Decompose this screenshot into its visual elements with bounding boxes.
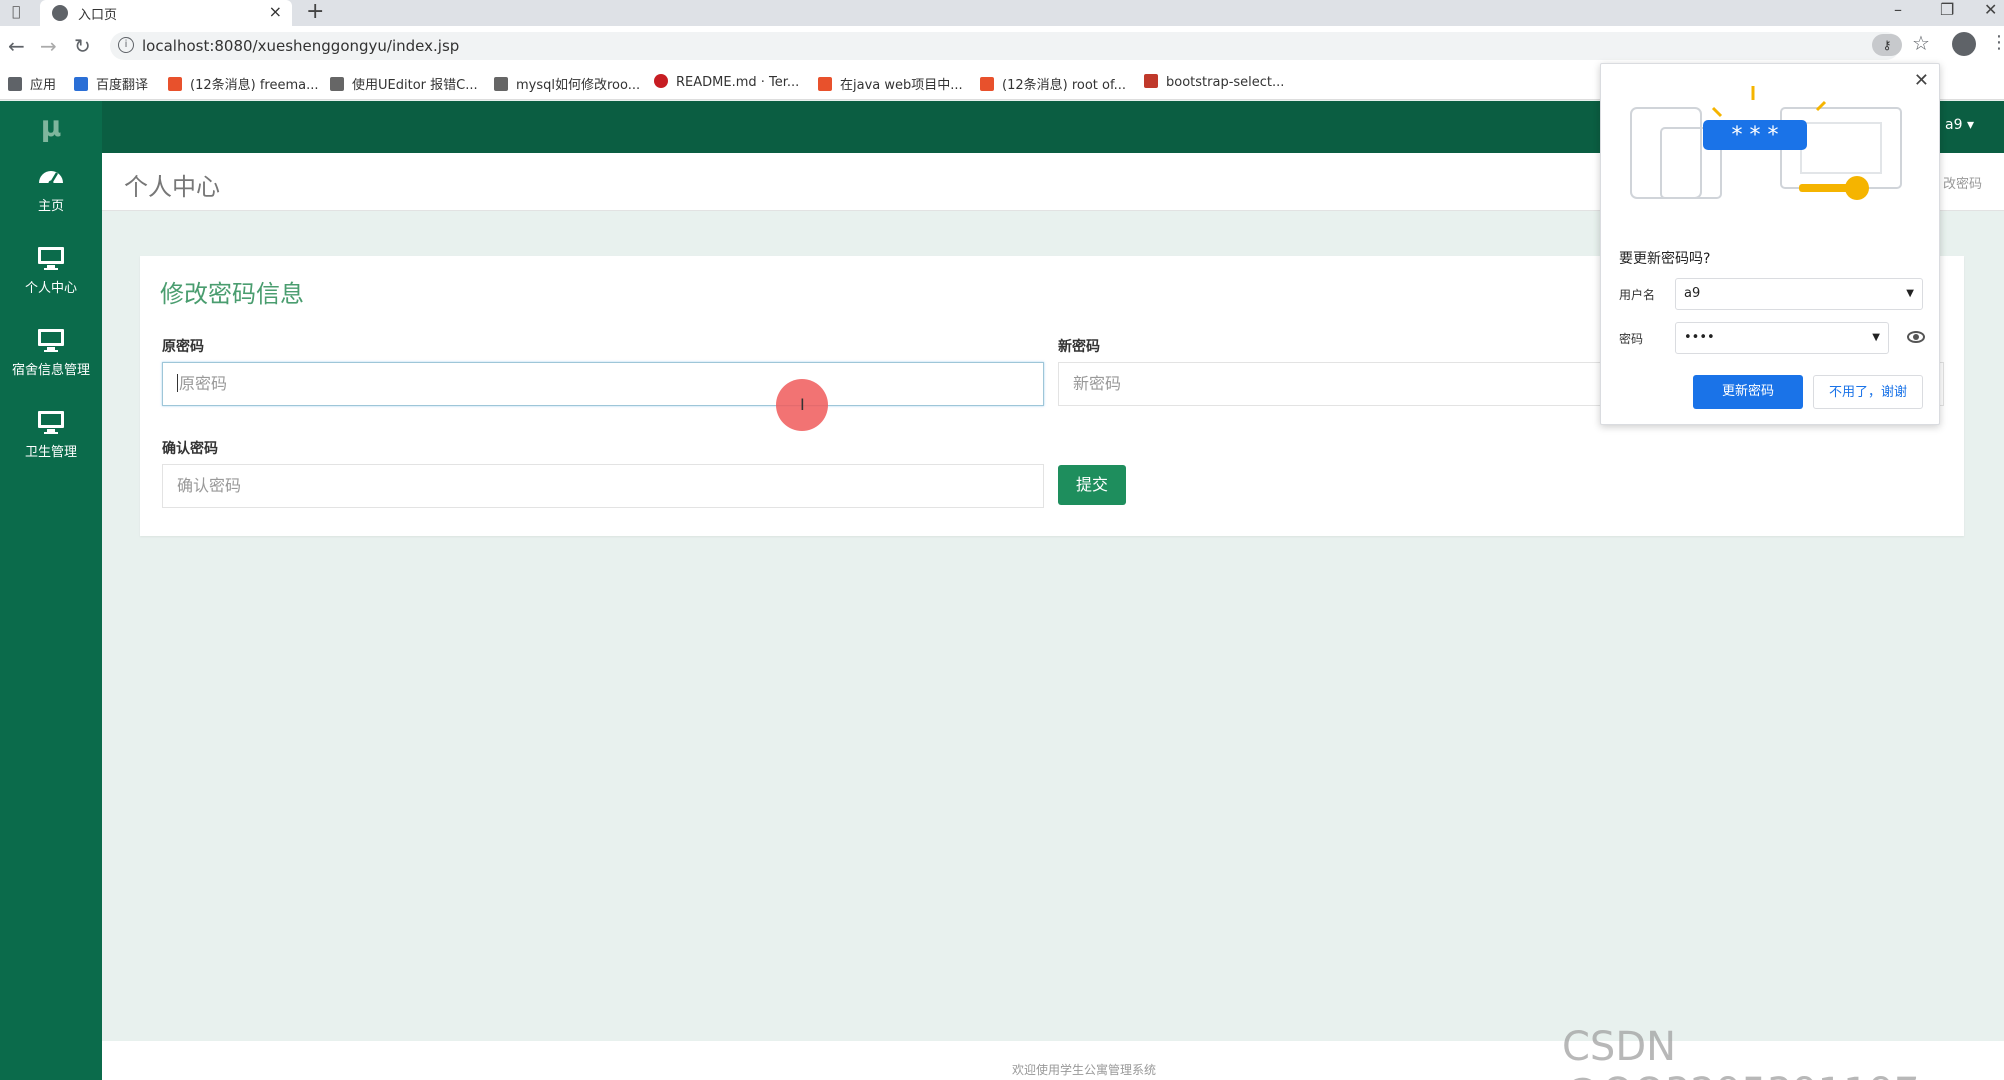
- window-close-button[interactable]: ✕: [1984, 0, 1997, 19]
- bookmark-favicon-icon: [330, 77, 344, 91]
- bookmark-item[interactable]: README.md · Ter...: [654, 74, 799, 90]
- bookmark-favicon-icon: [980, 77, 994, 91]
- bookmark-item[interactable]: (12条消息) freema...: [168, 74, 318, 93]
- watermark: CSDN @QQ3295391197: [1562, 1024, 1919, 1080]
- new-tab-button[interactable]: +: [306, 0, 324, 24]
- update-password-button[interactable]: 更新密码: [1693, 375, 1803, 409]
- browser-tab-bar:  入口页 × + – ❐ ✕: [0, 0, 2004, 26]
- monitor-icon: [38, 247, 64, 270]
- username-label: 用户名: [1619, 288, 1656, 302]
- bookmark-favicon-icon: [74, 77, 88, 91]
- dashboard-icon: [39, 171, 63, 186]
- confirm-password-input[interactable]: 确认密码: [162, 464, 1044, 508]
- user-dropdown[interactable]: a9 ▾: [1945, 117, 1974, 133]
- monitor-icon: [38, 411, 64, 434]
- sidebar-item-hygiene[interactable]: 卫生管理: [0, 399, 102, 481]
- popup-stars: * * *: [1732, 123, 1779, 148]
- bookmark-favicon-icon: [818, 77, 832, 91]
- sidebar-item-home[interactable]: 主页: [0, 153, 102, 235]
- sidebar-item-dorm[interactable]: 宿舍信息管理: [0, 317, 102, 399]
- account-icon[interactable]: [1952, 32, 1976, 56]
- bookmark-item[interactable]: (12条消息) root of...: [980, 74, 1126, 93]
- password-update-popup: ✕ * * * 要更新密码吗? 用户名 a9 ▼ 密码 •••• ▼ 更新密码 不用…: [1600, 63, 1940, 425]
- bookmark-item[interactable]: 百度翻译: [74, 74, 148, 93]
- submit-button[interactable]: 提交: [1058, 465, 1126, 505]
- more-menu-icon[interactable]: ⋮: [1990, 32, 2004, 53]
- minimize-button[interactable]: –: [1894, 0, 1902, 19]
- change-password-link[interactable]: 改密码: [1943, 173, 1982, 192]
- url-text: localhost:8080/xueshenggongyu/index.jsp: [142, 37, 460, 55]
- bookmark-favicon-icon: [494, 77, 508, 91]
- info-icon[interactable]: i: [118, 37, 134, 53]
- old-password-input[interactable]: 原密码: [162, 362, 1044, 406]
- apple-icon: : [12, 4, 28, 20]
- app-logo: μ: [40, 110, 62, 143]
- ibeam-cursor-icon: I: [800, 395, 805, 414]
- confirm-password-label: 确认密码: [162, 441, 218, 457]
- sidebar-item-profile[interactable]: 个人中心: [0, 235, 102, 317]
- password-illustration: * * *: [1630, 86, 1902, 200]
- bookmark-favicon-icon: [168, 77, 182, 91]
- popup-title: 要更新密码吗?: [1619, 251, 1711, 267]
- old-password-label: 原密码: [162, 339, 204, 355]
- address-bar-row: ← → ↻ i localhost:8080/xueshenggongyu/in…: [0, 26, 2004, 66]
- bookmark-apps[interactable]: 应用: [8, 74, 56, 93]
- url-field[interactable]: i localhost:8080/xueshenggongyu/index.js…: [110, 32, 1900, 60]
- sidebar-item-label: 宿舍信息管理: [11, 363, 90, 378]
- globe-icon: [52, 5, 68, 21]
- back-icon[interactable]: ←: [8, 34, 25, 58]
- username-select[interactable]: a9 ▼: [1675, 278, 1923, 310]
- no-thanks-button[interactable]: 不用了，谢谢: [1813, 375, 1923, 409]
- apps-grid-icon: [8, 77, 22, 91]
- sidebar-item-label: 主页: [37, 199, 64, 214]
- tab-title: 入口页: [78, 8, 118, 23]
- tab-close-icon[interactable]: ×: [269, 2, 282, 21]
- forward-icon[interactable]: →: [40, 34, 57, 58]
- reload-icon[interactable]: ↻: [74, 34, 91, 58]
- dropdown-caret-icon: ▼: [1872, 332, 1880, 343]
- page-title: 个人中心: [124, 173, 220, 201]
- sidebar-item-label: 个人中心: [24, 281, 77, 296]
- sidebar-item-label: 卫生管理: [24, 445, 77, 460]
- restore-button[interactable]: ❐: [1940, 0, 1954, 19]
- form-title: 修改密码信息: [160, 280, 304, 308]
- browser-tab[interactable]: 入口页 ×: [40, 0, 292, 26]
- monitor-icon: [38, 329, 64, 352]
- footer-text: 欢迎使用学生公寓管理系统: [1012, 1063, 1157, 1077]
- dropdown-caret-icon: ▼: [1906, 288, 1914, 299]
- eye-icon[interactable]: [1907, 331, 1925, 343]
- bookmark-item[interactable]: mysql如何修改roo...: [494, 74, 640, 93]
- key-icon[interactable]: ⚷: [1872, 34, 1902, 56]
- bookmark-favicon-icon: [1144, 74, 1158, 88]
- star-icon[interactable]: ☆: [1912, 31, 1930, 55]
- password-label: 密码: [1619, 332, 1644, 346]
- text-cursor: [177, 374, 178, 392]
- bookmark-item[interactable]: bootstrap-select...: [1144, 74, 1284, 90]
- bookmark-item[interactable]: 使用UEditor 报错C...: [330, 74, 478, 93]
- bookmark-item[interactable]: 在java web项目中...: [818, 74, 963, 93]
- password-select[interactable]: •••• ▼: [1675, 322, 1889, 354]
- new-password-label: 新密码: [1058, 339, 1100, 355]
- bookmark-favicon-icon: [654, 74, 668, 88]
- sidebar: μ 主页 个人中心 宿舍信息管理 卫生管理: [0, 101, 102, 1080]
